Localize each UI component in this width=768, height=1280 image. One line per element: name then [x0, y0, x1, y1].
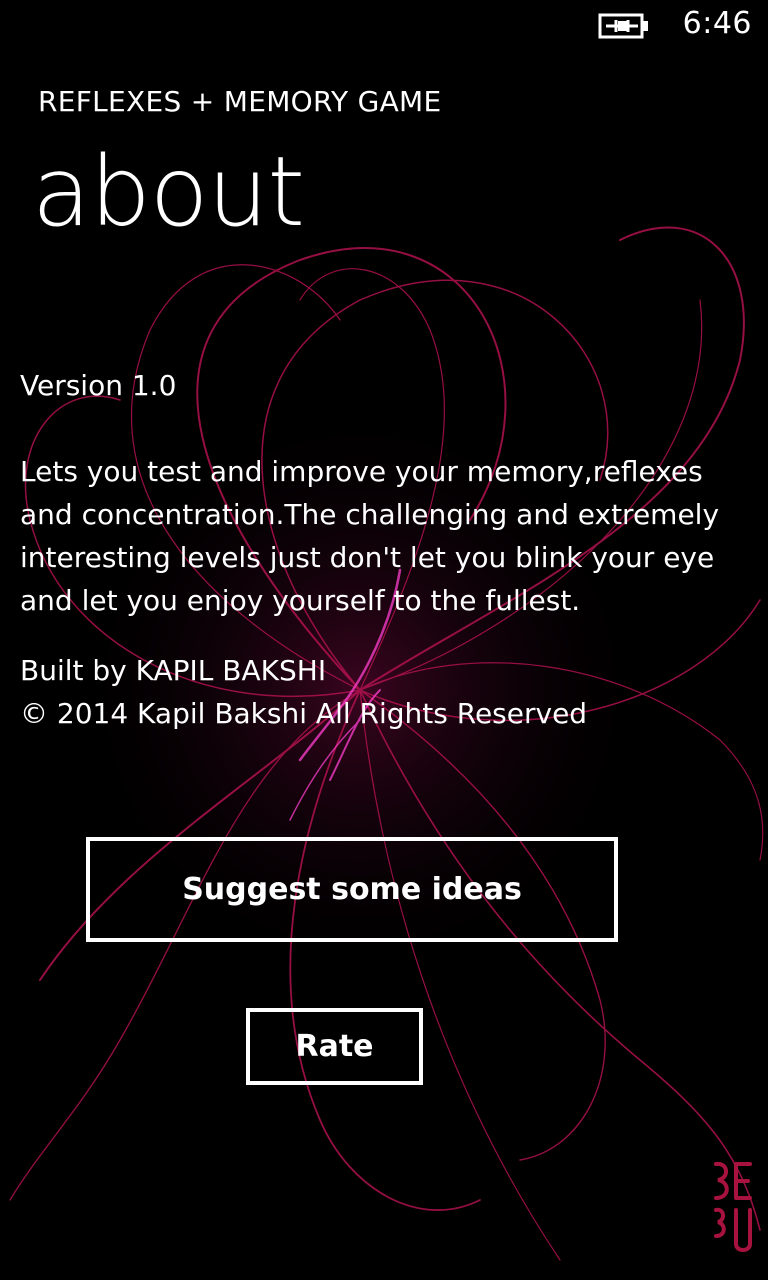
- description-text: Lets you test and improve your memory,re…: [20, 455, 720, 617]
- about-content: Version 1.0 Lets you test and improve yo…: [20, 364, 740, 735]
- battery-charging-icon: [598, 13, 648, 39]
- app-title: REFLEXES + MEMORY GAME: [38, 85, 442, 118]
- copyright-text: © 2014 Kapil Bakshi All Rights Reserved: [20, 697, 588, 730]
- page-title: about: [32, 136, 305, 248]
- rate-button[interactable]: Rate: [246, 1008, 423, 1085]
- credits: Built by KAPIL BAKSHI © 2014 Kapil Baksh…: [20, 649, 740, 735]
- version-text: Version 1.0: [20, 369, 177, 402]
- suggest-ideas-button[interactable]: Suggest some ideas: [86, 837, 618, 942]
- built-by-text: Built by KAPIL BAKSHI: [20, 654, 327, 687]
- status-time: 6:46: [682, 6, 752, 41]
- corner-logo-icon: [714, 1161, 752, 1252]
- status-bar: 6:46: [0, 0, 768, 50]
